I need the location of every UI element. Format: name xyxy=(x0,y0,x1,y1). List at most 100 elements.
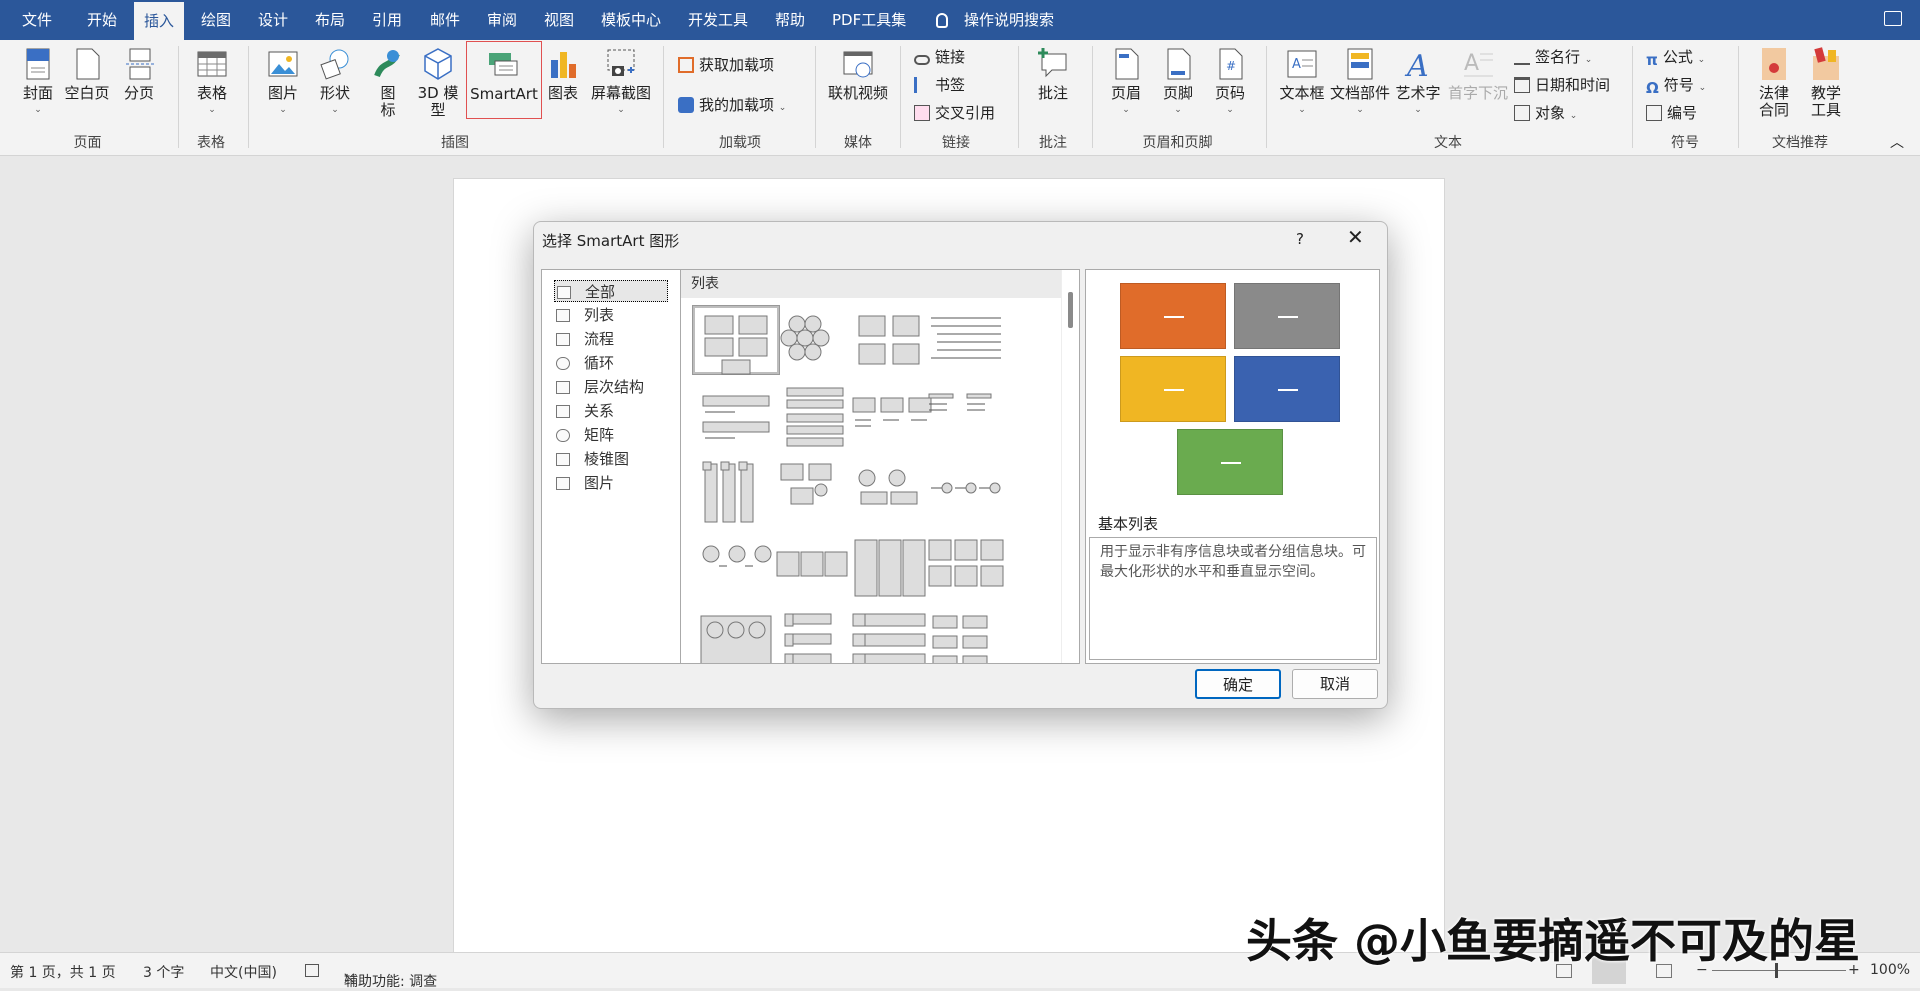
gallery-scrollbar[interactable] xyxy=(1061,270,1079,663)
group-label-links: 链接 xyxy=(942,135,970,151)
signature-line-button[interactable]: 签名行 ⌄ xyxy=(1514,44,1592,70)
comments-icon[interactable] xyxy=(1884,11,1902,26)
layout-thumbnail[interactable] xyxy=(923,534,1009,602)
wordart-button[interactable]: A 艺术字 ⌄ xyxy=(1394,46,1442,119)
layout-thumbnail[interactable] xyxy=(847,534,933,602)
layout-thumbnail[interactable] xyxy=(847,382,933,450)
tab-references[interactable]: 引用 xyxy=(372,0,402,40)
category-all[interactable]: 全部 xyxy=(554,280,668,302)
tab-insert[interactable]: 插入 xyxy=(134,2,185,40)
screenshot-button[interactable]: 屏幕截图 ⌄ xyxy=(589,46,653,119)
layout-thumbnail[interactable] xyxy=(693,382,779,450)
layout-thumbnail[interactable] xyxy=(923,382,1009,450)
header-button[interactable]: 页眉 ⌄ xyxy=(1106,46,1146,119)
layout-thumbnail[interactable] xyxy=(847,458,933,526)
proofing-icon[interactable] xyxy=(305,964,319,977)
category-list-item[interactable]: 列表 xyxy=(556,304,614,326)
category-hierarchy[interactable]: 层次结构 xyxy=(556,376,644,398)
calendar-icon xyxy=(1514,77,1530,93)
text-box-button[interactable]: A 文本框 ⌄ xyxy=(1278,46,1326,119)
layout-thumbnail[interactable] xyxy=(693,458,779,526)
layout-thumbnail[interactable] xyxy=(847,306,933,374)
help-button[interactable]: ? xyxy=(1296,230,1304,248)
tab-file[interactable]: 文件 xyxy=(22,0,52,40)
category-matrix[interactable]: 矩阵 xyxy=(556,424,614,446)
group-divider xyxy=(178,46,179,148)
blank-page-button[interactable]: 空白页 xyxy=(62,46,112,102)
cancel-button[interactable]: 取消 xyxy=(1292,669,1378,699)
ok-button[interactable]: 确定 xyxy=(1195,669,1281,699)
layout-thumbnail[interactable] xyxy=(771,610,857,663)
tab-draw[interactable]: 绘图 xyxy=(201,0,231,40)
legal-contract-button[interactable]: 法律 合同 xyxy=(1752,46,1796,119)
group-divider xyxy=(663,46,664,148)
bookmark-button[interactable]: 书签 xyxy=(914,72,965,98)
link-button[interactable]: 链接 xyxy=(914,44,965,70)
tab-developer[interactable]: 开发工具 xyxy=(688,0,748,40)
page-break-icon xyxy=(122,46,156,82)
layout-thumbnail[interactable] xyxy=(923,458,1009,526)
layout-thumbnail[interactable] xyxy=(847,610,933,663)
layout-thumbnail[interactable] xyxy=(771,534,857,602)
smartart-button[interactable]: SmartArt xyxy=(466,41,542,119)
cross-reference-button[interactable]: 交叉引用 xyxy=(914,100,995,126)
layout-thumbnail[interactable] xyxy=(771,458,857,526)
quick-parts-button[interactable]: 文档部件 ⌄ xyxy=(1328,46,1392,119)
tab-layout[interactable]: 布局 xyxy=(315,0,345,40)
smartart-icon xyxy=(487,47,521,83)
table-button[interactable]: 表格 ⌄ xyxy=(190,46,234,119)
cover-button[interactable]: 封面 ⌄ xyxy=(18,46,58,119)
number-button[interactable]: 编号 xyxy=(1646,100,1697,126)
layout-thumbnail[interactable] xyxy=(693,534,779,602)
layout-thumbnail-basic-list[interactable] xyxy=(693,306,779,375)
layout-thumbnail[interactable] xyxy=(771,306,857,374)
layout-thumbnail[interactable] xyxy=(923,306,1009,374)
group-label-tables: 表格 xyxy=(197,135,225,151)
preview-shape-2 xyxy=(1234,283,1340,349)
layout-thumbnail[interactable] xyxy=(693,610,779,663)
word-count[interactable]: 3 个字 xyxy=(143,962,184,982)
tab-view[interactable]: 视图 xyxy=(544,0,574,40)
tell-me-search[interactable]: 操作说明搜索 xyxy=(936,0,1054,40)
scrollbar-thumb[interactable] xyxy=(1068,292,1073,328)
object-button[interactable]: 对象 ⌄ xyxy=(1514,100,1577,126)
chart-button[interactable]: 图表 xyxy=(544,46,582,102)
icons-button[interactable]: 图 标 xyxy=(370,46,406,119)
my-addins-button[interactable]: 我的加载项 ⌄ xyxy=(678,92,786,118)
collapse-ribbon-icon[interactable]: ︿ xyxy=(1890,132,1904,152)
symbol-button[interactable]: Ω 符号 ⌄ xyxy=(1646,72,1706,98)
header-icon xyxy=(1109,46,1143,82)
category-cycle[interactable]: 循环 xyxy=(556,352,614,374)
page-break-button[interactable]: 分页 xyxy=(118,46,160,102)
get-addins-button[interactable]: 获取加载项 xyxy=(678,52,774,78)
equation-button[interactable]: π 公式 ⌄ xyxy=(1646,44,1705,70)
category-picture[interactable]: 图片 xyxy=(556,472,614,494)
close-button[interactable]: ✕ xyxy=(1347,227,1364,247)
page-number-button[interactable]: # 页码 ⌄ xyxy=(1210,46,1250,119)
tab-pdf-tools[interactable]: PDF工具集 xyxy=(832,0,906,40)
date-time-button[interactable]: 日期和时间 xyxy=(1514,72,1610,98)
tab-mailings[interactable]: 邮件 xyxy=(430,0,460,40)
teaching-tools-button[interactable]: 教学 工具 xyxy=(1804,46,1848,119)
zoom-level[interactable]: 100% xyxy=(1870,962,1910,978)
tab-design[interactable]: 设计 xyxy=(258,0,288,40)
3d-models-button[interactable]: 3D 模 型 xyxy=(414,46,462,119)
tab-help[interactable]: 帮助 xyxy=(775,0,805,40)
tab-template-center[interactable]: 模板中心 xyxy=(601,0,661,40)
layout-thumbnail[interactable] xyxy=(771,382,857,450)
new-comment-button[interactable]: 批注 xyxy=(1030,46,1076,102)
language-indicator[interactable]: 中文(中国) xyxy=(210,962,277,982)
category-pyramid[interactable]: 棱锥图 xyxy=(556,448,629,470)
shapes-button[interactable]: 形状 ⌄ xyxy=(313,46,357,119)
footer-button[interactable]: 页脚 ⌄ xyxy=(1158,46,1198,119)
picture-button[interactable]: 图片 ⌄ xyxy=(262,46,304,119)
page-count[interactable]: 第 1 页，共 1 页 xyxy=(10,962,116,982)
category-process[interactable]: 流程 xyxy=(556,328,614,350)
category-relationship[interactable]: 关系 xyxy=(556,400,614,422)
layout-thumbnail[interactable] xyxy=(923,610,1009,663)
online-video-button[interactable]: 联机视频 xyxy=(826,46,890,102)
tab-home[interactable]: 开始 xyxy=(87,0,117,40)
preview-shape-3 xyxy=(1120,356,1226,422)
drop-cap-button[interactable]: A 首字下沉 xyxy=(1446,46,1510,102)
tab-review[interactable]: 审阅 xyxy=(487,0,517,40)
